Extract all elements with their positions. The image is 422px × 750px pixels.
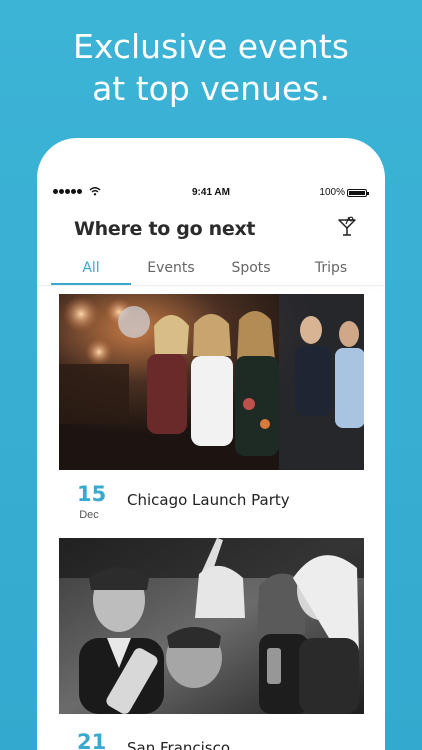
- event-photo-chicago[interactable]: [59, 294, 364, 470]
- tab-events[interactable]: Events: [131, 258, 211, 284]
- event-name: San Francisco: [127, 739, 231, 750]
- event-day: 15: [77, 482, 107, 506]
- category-tabs: All Events Spots Trips: [51, 258, 371, 284]
- event-item-san-francisco[interactable]: 21 San Francisco: [59, 730, 364, 750]
- page-title: Where to go next: [74, 218, 256, 240]
- phone-frame: 9:41 AM 100% Where to go next All Events…: [37, 138, 385, 750]
- battery-percentage: 100%: [319, 187, 345, 198]
- event-name: Chicago Launch Party: [127, 491, 290, 509]
- header: Where to go next: [74, 216, 356, 242]
- tab-spots[interactable]: Spots: [211, 258, 291, 284]
- event-photo-san-francisco[interactable]: [59, 538, 364, 714]
- tab-trips[interactable]: Trips: [291, 258, 371, 284]
- status-bar: 9:41 AM 100%: [53, 186, 369, 200]
- event-item-chicago[interactable]: 15 Dec Chicago Launch Party: [59, 482, 364, 522]
- event-day: 21: [77, 730, 107, 750]
- battery-icon: [347, 189, 369, 197]
- promo-headline-line2: at top venues.: [92, 69, 330, 108]
- cocktail-icon[interactable]: [336, 216, 358, 238]
- promo-headline-line1: Exclusive events: [73, 27, 349, 66]
- tabs-divider: [37, 285, 385, 286]
- tab-all[interactable]: All: [51, 258, 131, 284]
- event-month: Dec: [79, 509, 99, 521]
- promo-headline: Exclusive events at top venues.: [0, 26, 422, 110]
